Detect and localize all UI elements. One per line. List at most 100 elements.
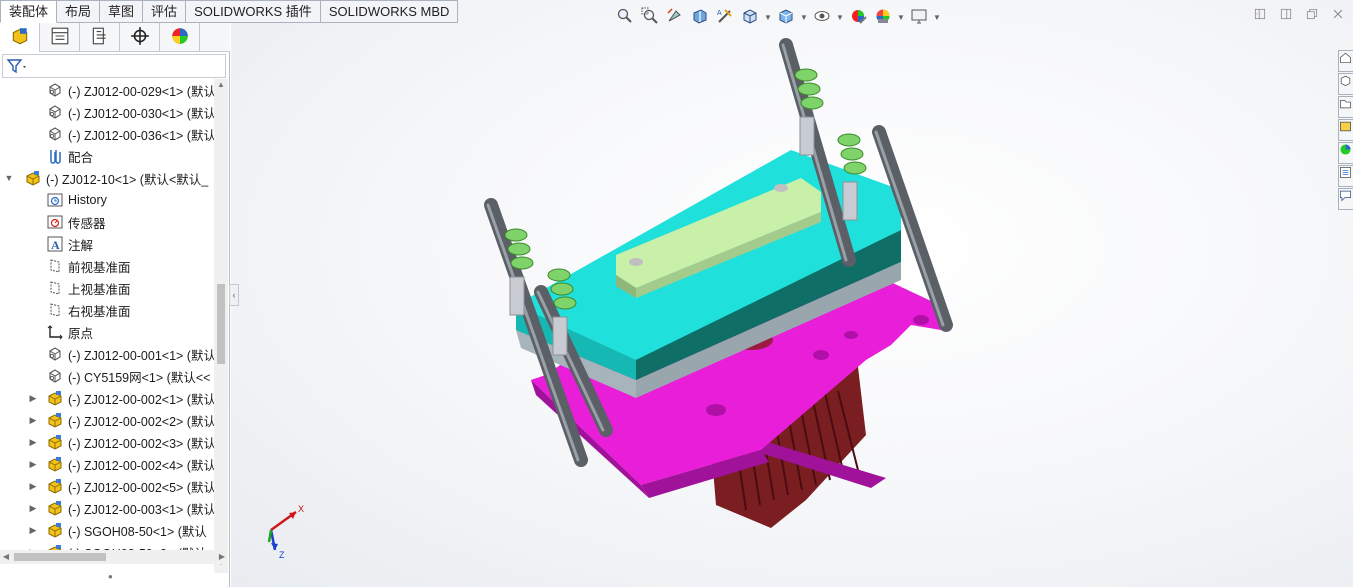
solidworks-resources-icon: [1339, 52, 1352, 67]
dropdown-arrow-icon[interactable]: ▼: [800, 13, 808, 22]
scroll-left-arrow-icon[interactable]: ◀: [0, 550, 12, 564]
tree-item-label: 上视基准面: [68, 282, 131, 297]
tree-item[interactable]: ▶ (-) SGOH08-50<1> (默认: [30, 519, 207, 541]
filter-icon[interactable]: [6, 57, 28, 75]
edit-appearance-icon: [849, 7, 867, 28]
view-settings-button[interactable]: [908, 7, 930, 27]
tree-item[interactable]: 原点: [46, 321, 93, 343]
graphics-area[interactable]: A ▼ ▼ ▼ ▼ ▼ X Z: [231, 0, 1353, 587]
command-tab-0[interactable]: 装配体: [0, 0, 58, 23]
expand-arrow-icon[interactable]: ▶: [28, 481, 38, 491]
tree-item[interactable]: 配合: [46, 145, 93, 167]
mates-icon: [46, 147, 64, 165]
section-view-button[interactable]: [689, 7, 711, 27]
scroll-thumb-horizontal[interactable]: [14, 553, 106, 561]
manager-tab-display-manager[interactable]: [160, 23, 200, 52]
appearances-scenes-icon: [1339, 144, 1352, 159]
view-palette-tab[interactable]: [1338, 119, 1353, 141]
tree-item[interactable]: ▶ (-) ZJ012-00-002<3> (默认: [30, 431, 214, 453]
feature-tree: (-) ZJ012-00-029<1> (默认 (-) ZJ012-00-030<…: [0, 79, 214, 571]
restore-button[interactable]: [1305, 8, 1319, 22]
collapse-arrow-icon[interactable]: ▼: [4, 173, 14, 183]
tree-filter[interactable]: [2, 54, 226, 78]
tile-right-icon: [1279, 7, 1293, 24]
tree-item[interactable]: 传感器: [46, 211, 106, 233]
design-library-tab[interactable]: [1338, 73, 1353, 95]
scroll-up-arrow-icon[interactable]: ▲: [214, 79, 228, 91]
tree-item[interactable]: 前视基准面: [46, 255, 131, 277]
triad-x-label: X: [298, 504, 304, 514]
plane-icon: [46, 301, 64, 319]
tree-item[interactable]: (-) ZJ012-00-029<1> (默认: [46, 79, 214, 101]
file-explorer-icon: [1339, 99, 1352, 113]
design-library-icon: [1339, 75, 1352, 90]
tree-item-label: (-) ZJ012-10<1> (默认<默认_: [46, 172, 209, 187]
custom-properties-tab[interactable]: [1338, 165, 1353, 187]
tree-item-label: 配合: [68, 150, 94, 165]
hide-show-items-button[interactable]: [811, 7, 833, 27]
command-tab-2[interactable]: 草图: [100, 0, 144, 23]
tree-item-label: (-) CY5159网<1> (默认<<: [68, 370, 211, 385]
dropdown-arrow-icon[interactable]: ▼: [764, 13, 772, 22]
solidworks-forum-tab[interactable]: [1338, 188, 1353, 210]
apply-scene-button[interactable]: [872, 7, 894, 27]
tree-item[interactable]: (-) ZJ012-00-036<1> (默认: [46, 123, 214, 145]
solidworks-resources-tab[interactable]: [1338, 50, 1353, 72]
sensors-icon: [46, 213, 64, 231]
tree-item[interactable]: ▶ (-) ZJ012-00-002<2> (默认: [30, 409, 214, 431]
dropdown-arrow-icon[interactable]: ▼: [836, 13, 844, 22]
manager-tab-dimxpert-manager[interactable]: [120, 23, 160, 52]
plane-icon: [46, 279, 64, 297]
tile-right-button[interactable]: [1279, 8, 1293, 22]
manager-tab-property-manager[interactable]: [40, 23, 80, 52]
tree-item[interactable]: (-) ZJ012-00-001<1> (默认: [46, 343, 214, 365]
zoom-to-fit-button[interactable]: [614, 7, 636, 27]
close-button[interactable]: [1331, 8, 1345, 22]
command-tab-5[interactable]: SOLIDWORKS MBD: [320, 0, 459, 23]
tree-item[interactable]: ▶ (-) ZJ012-00-002<4> (默认: [30, 453, 214, 475]
assembly-model[interactable]: [471, 30, 991, 540]
expand-arrow-icon[interactable]: ▶: [28, 459, 38, 469]
tree-item[interactable]: ▶ (-) ZJ012-00-003<1> (默认: [30, 497, 214, 519]
section-view-icon: [691, 7, 709, 28]
appearances-scenes-tab[interactable]: [1338, 142, 1353, 164]
tree-item[interactable]: ▶ (-) ZJ012-00-002<1> (默认: [30, 387, 214, 409]
tree-item[interactable]: 右视基准面: [46, 299, 131, 321]
manager-tab-feature-manager[interactable]: [0, 23, 40, 52]
view-orientation-button[interactable]: [739, 7, 761, 27]
zoom-to-area-button[interactable]: [639, 7, 661, 27]
expand-arrow-icon[interactable]: ▶: [28, 415, 38, 425]
tile-left-button[interactable]: [1253, 8, 1267, 22]
tree-item[interactable]: ▶ (-) ZJ012-00-002<5> (默认: [30, 475, 214, 497]
tree-horizontal-scrollbar[interactable]: ◀ ▶: [0, 550, 228, 564]
previous-view-button[interactable]: [664, 7, 686, 27]
command-tab-1[interactable]: 布局: [57, 0, 101, 23]
tree-item[interactable]: 上视基准面: [46, 277, 131, 299]
scroll-right-arrow-icon[interactable]: ▶: [216, 550, 228, 564]
expand-arrow-icon[interactable]: ▶: [28, 437, 38, 447]
tree-item[interactable]: History: [46, 189, 107, 211]
dropdown-arrow-icon[interactable]: ▼: [933, 13, 941, 22]
tree-item[interactable]: A 注解: [46, 233, 93, 255]
manager-tab-configuration-manager[interactable]: [80, 23, 120, 52]
pane-collapse-handle[interactable]: ‹: [229, 284, 239, 306]
expand-arrow-icon[interactable]: ▶: [28, 393, 38, 403]
command-tab-3[interactable]: 评估: [143, 0, 187, 23]
triad-z-label: Z: [279, 550, 285, 560]
command-tab-4[interactable]: SOLIDWORKS 插件: [186, 0, 321, 23]
tree-item[interactable]: (-) CY5159网<1> (默认<<: [46, 365, 210, 387]
scroll-thumb[interactable]: [217, 284, 225, 364]
edit-appearance-button[interactable]: [847, 7, 869, 27]
tree-vertical-scrollbar[interactable]: ▲ ▼: [214, 79, 228, 573]
subassembly-icon: [46, 499, 64, 517]
tree-item[interactable]: (-) ZJ012-00-030<1> (默认: [46, 101, 214, 123]
expand-arrow-icon[interactable]: ▶: [28, 525, 38, 535]
dropdown-arrow-icon[interactable]: ▼: [897, 13, 905, 22]
tree-item[interactable]: ▼ (-) ZJ012-10<1> (默认<默认_: [5, 167, 209, 189]
display-style-button[interactable]: [775, 7, 797, 27]
pane-resize-grip-icon[interactable]: ●: [108, 572, 113, 581]
file-explorer-tab[interactable]: [1338, 96, 1353, 118]
dynamic-annotation-button[interactable]: A: [714, 7, 736, 27]
expand-arrow-icon[interactable]: ▶: [28, 503, 38, 513]
plane-icon: [46, 257, 64, 275]
